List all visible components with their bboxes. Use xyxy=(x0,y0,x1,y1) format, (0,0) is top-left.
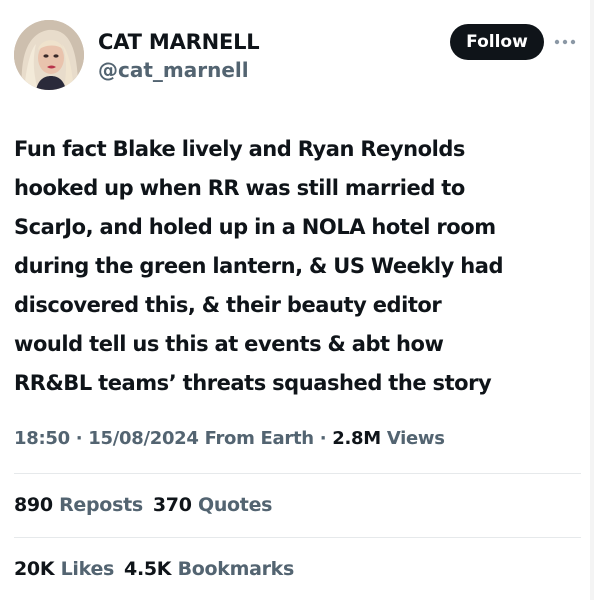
tweet-text: Fun fact Blake lively and Ryan Reynolds … xyxy=(14,130,582,403)
likes-count: 20K xyxy=(14,558,55,580)
author-display-name[interactable]: CAT MARNELL xyxy=(98,30,260,54)
scrollbar-track xyxy=(590,0,594,600)
bookmarks-count: 4.5K xyxy=(124,558,172,580)
tweet-line: would tell us this at events & abt how xyxy=(14,332,444,356)
bookmarks-label: Bookmarks xyxy=(177,558,295,580)
views-count: 2.8M xyxy=(332,428,381,449)
divider xyxy=(14,537,581,538)
follow-button[interactable]: Follow xyxy=(450,24,544,60)
tweet-line: Fun fact Blake lively and Ryan Reynolds xyxy=(14,137,465,161)
reposts-label: Reposts xyxy=(59,494,143,516)
tweet-line: ScarJo, and holed up in a NOLA hotel roo… xyxy=(14,215,496,239)
stats-row-reposts: 890 Reposts 370 Quotes xyxy=(14,491,272,519)
meta-separator: · xyxy=(319,428,327,449)
tweet-time[interactable]: 18:50 xyxy=(14,428,70,449)
quotes-count: 370 xyxy=(152,494,192,516)
likes-label: Likes xyxy=(60,558,115,580)
divider xyxy=(14,473,581,474)
tweet-line: during the green lantern, & US Weekly ha… xyxy=(14,254,504,278)
reposts-count: 890 xyxy=(14,494,53,516)
quotes-label: Quotes xyxy=(197,494,273,516)
bookmarks-stat[interactable]: 4.5K Bookmarks xyxy=(124,558,294,580)
tweet-line: discovered this, & their beauty editor xyxy=(14,293,442,317)
avatar[interactable] xyxy=(14,20,84,90)
meta-separator: · xyxy=(75,428,83,449)
more-dots-icon[interactable] xyxy=(552,34,578,50)
tweet-line: RR&BL teams’ threats squashed the story xyxy=(14,371,492,395)
likes-stat[interactable]: 20K Likes xyxy=(14,558,114,580)
tweet-header: CAT MARNELL @cat_marnell Follow xyxy=(14,20,584,96)
quotes-stat[interactable]: 370 Quotes xyxy=(152,494,273,516)
avatar-image xyxy=(14,20,84,90)
reposts-stat[interactable]: 890 Reposts xyxy=(14,494,143,516)
tweet-line: hooked up when RR was still married to xyxy=(14,176,465,200)
tweet-date[interactable]: 15/08/2024 xyxy=(88,428,199,449)
views-label: Views xyxy=(386,428,445,449)
stats-row-likes: 20K Likes 4.5K Bookmarks xyxy=(14,555,294,583)
author-handle[interactable]: @cat_marnell xyxy=(98,58,259,82)
tweet-meta: 18:50 · 15/08/2024 From Earth · 2.8M Vie… xyxy=(14,426,445,452)
tweet-source: From Earth xyxy=(204,428,314,449)
